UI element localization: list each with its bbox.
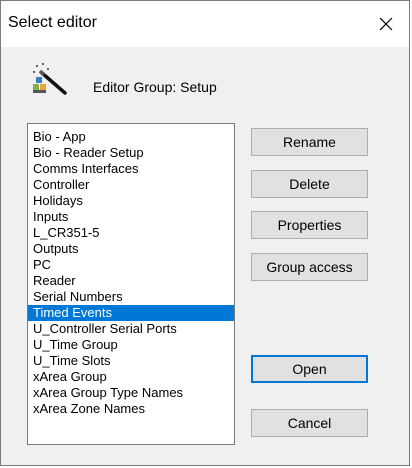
list-item[interactable]: Outputs [28,241,234,257]
list-item[interactable]: Bio - Reader Setup [28,145,234,161]
open-button[interactable]: Open [251,355,368,383]
list-item[interactable]: Holidays [28,193,234,209]
title-bar: Select editor [1,1,409,47]
list-item[interactable]: L_CR351-5 [28,225,234,241]
list-item[interactable]: xArea Zone Names [28,401,234,417]
list-item[interactable]: xArea Group Type Names [28,385,234,401]
dialog-title: Select editor [8,14,97,31]
list-item[interactable]: Serial Numbers [28,289,234,305]
close-icon [379,17,393,31]
list-item[interactable]: Timed Events [28,305,234,321]
list-item[interactable]: Reader [28,273,234,289]
list-item[interactable]: xArea Group [28,369,234,385]
list-item[interactable]: Inputs [28,209,234,225]
select-editor-dialog: Select editor Editor Group: Setup Bio - … [0,0,410,466]
properties-button[interactable]: Properties [251,211,368,239]
list-item[interactable]: U_Controller Serial Ports [28,321,234,337]
list-item[interactable]: Controller [28,177,234,193]
list-item[interactable]: Bio - App [28,129,234,145]
cancel-button[interactable]: Cancel [251,409,368,437]
list-item[interactable]: U_Time Group [28,337,234,353]
list-item[interactable]: PC [28,257,234,273]
editor-listbox[interactable]: Bio - App Bio - Reader Setup Comms Interfa… [27,123,235,445]
rename-button[interactable]: Rename [251,128,368,156]
editor-group-label: Editor Group: Setup [93,79,217,95]
list-item[interactable]: U_Time Slots [28,353,234,369]
close-button[interactable] [369,7,403,41]
magic-wand-icon [33,63,67,95]
group-access-button[interactable]: Group access [251,253,368,281]
delete-button[interactable]: Delete [251,170,368,198]
list-item[interactable]: Comms Interfaces [28,161,234,177]
